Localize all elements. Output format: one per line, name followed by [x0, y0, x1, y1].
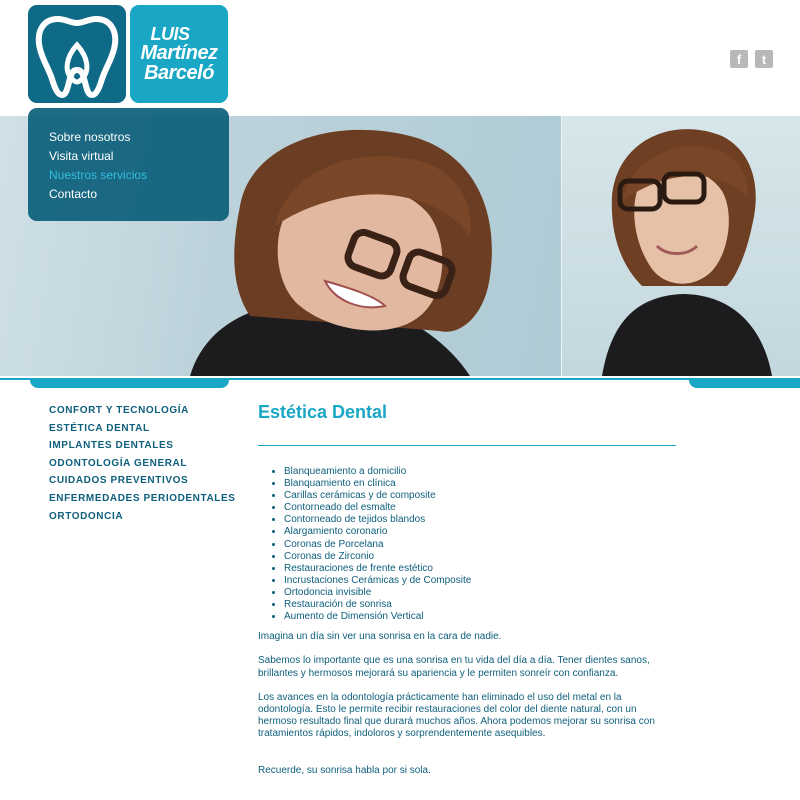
nav-item-visita-virtual[interactable]: Visita virtual [49, 147, 229, 166]
nav-item-nuestros-servicios[interactable]: Nuestros servicios [49, 166, 229, 185]
services-list: Blanqueamiento a domicilio Blanquamiento… [258, 466, 678, 623]
list-item: Blanquamiento en clínica [284, 478, 678, 490]
woman-portrait-image [602, 129, 772, 376]
closing-paragraph: Recuerde, su sonrisa habla por si sola. [258, 764, 431, 776]
list-item: Incrustaciones Cerámicas y de Composite [284, 575, 678, 587]
list-item: Blanqueamiento a domicilio [284, 466, 678, 478]
body-paragraph: Los avances en la odontología prácticame… [258, 691, 655, 740]
list-item: Contorneado del esmalte [284, 502, 678, 514]
bar-tab-right [689, 378, 800, 388]
main-content: Estética Dental Blanqueamiento a domicil… [258, 400, 678, 777]
list-item: Ortodoncia invisible [284, 587, 678, 599]
logo-name-line2: Martínez [140, 42, 218, 64]
intro-paragraph: Imagina un día sin ver una sonrisa en la… [258, 631, 502, 643]
side-item-odontologia-general[interactable]: ODONTOLOGÍA GENERAL [49, 455, 236, 473]
side-item-enfermedades-periodentales[interactable]: ENFERMEDADES PERIODENTALES [49, 490, 236, 508]
logo-name-line3: Barceló [144, 62, 214, 84]
list-item: Coronas de Porcelana [284, 539, 678, 551]
logo-tooth-icon[interactable] [28, 5, 126, 103]
logo-name[interactable]: LUIS Martínez Barceló [130, 5, 228, 103]
title-divider [258, 445, 676, 446]
nav-item-sobre-nosotros[interactable]: Sobre nosotros [49, 128, 229, 147]
service-side-menu: CONFORT Y TECNOLOGÍA ESTÉTICA DENTAL IMP… [49, 402, 236, 525]
body-paragraph: Sabemos lo importante que es una sonrisa… [258, 655, 650, 679]
bar-tab-left [30, 378, 229, 388]
list-item: Coronas de Zirconio [284, 551, 678, 563]
logo-name-line1: LUIS [150, 24, 190, 44]
hero-photo-right [562, 116, 800, 376]
side-item-estetica-dental[interactable]: ESTÉTICA DENTAL [49, 420, 236, 438]
list-item: Contorneado de tejidos blandos [284, 514, 678, 526]
tooth-icon [35, 16, 119, 98]
side-item-confort-tecnologia[interactable]: CONFORT Y TECNOLOGÍA [49, 402, 236, 420]
main-nav: Sobre nosotros Visita virtual Nuestros s… [28, 108, 229, 221]
facebook-icon[interactable]: f [730, 50, 748, 68]
side-item-ortodoncia[interactable]: ORTODONCIA [49, 508, 236, 526]
list-item: Carillas cerámicas y de composite [284, 490, 678, 502]
list-item: Restauración de sonrisa [284, 599, 678, 611]
side-item-cuidados-preventivos[interactable]: CUIDADOS PREVENTIVOS [49, 472, 236, 490]
list-item: Alargamiento coronario [284, 526, 678, 538]
list-item: Aumento de Dimensión Vertical [284, 611, 678, 623]
page-title: Estética Dental [258, 402, 388, 422]
twitter-icon[interactable]: t [755, 50, 773, 68]
side-item-implantes-dentales[interactable]: IMPLANTES DENTALES [49, 437, 236, 455]
list-item: Restauraciones de frente estético [284, 563, 678, 575]
nav-item-contacto[interactable]: Contacto [49, 185, 229, 204]
